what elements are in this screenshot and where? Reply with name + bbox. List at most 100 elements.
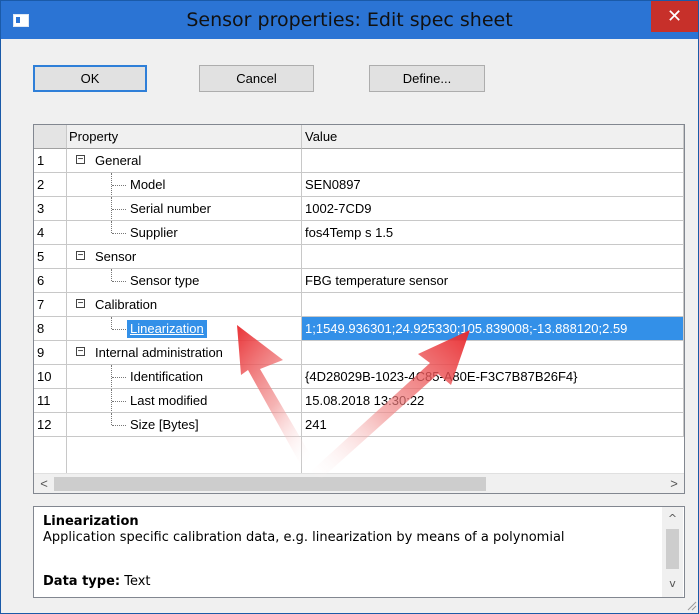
collapse-icon[interactable]: − <box>76 299 85 309</box>
property-label: Identification <box>130 369 203 384</box>
define-button[interactable]: Define... <box>369 65 485 92</box>
tree-branch <box>112 281 126 282</box>
collapse-icon[interactable]: − <box>76 251 85 261</box>
property-label: Linearization <box>127 320 207 338</box>
property-label: Serial number <box>130 201 211 216</box>
description-vertical-scrollbar[interactable]: ^ v <box>662 507 683 597</box>
property-cell[interactable]: Linearization <box>67 317 302 341</box>
horizontal-scrollbar[interactable]: < > <box>34 473 684 493</box>
description-text: Application specific calibration data, e… <box>43 530 565 545</box>
dialog-window: Sensor properties: Edit spec sheet ✕ OK … <box>0 0 699 614</box>
tree-branch <box>112 233 126 234</box>
header-property[interactable]: Property <box>67 125 302 149</box>
row-number: 3 <box>34 197 67 221</box>
row-number: 10 <box>34 365 67 389</box>
value-cell[interactable] <box>302 245 684 269</box>
horizontal-scroll-thumb[interactable] <box>54 477 486 491</box>
table-row[interactable]: 9− Internal administration <box>34 341 684 365</box>
header-corner <box>34 125 67 149</box>
scroll-left-icon[interactable]: < <box>36 476 52 492</box>
group-cell[interactable]: − Sensor <box>67 245 302 269</box>
column-divider <box>301 437 302 473</box>
row-number: 8 <box>34 317 67 341</box>
ok-button[interactable]: OK <box>33 65 147 92</box>
value-cell[interactable]: 15.08.2018 13:30:22 <box>302 389 684 413</box>
table-row[interactable]: 5− Sensor <box>34 245 684 269</box>
scroll-right-icon[interactable]: > <box>666 476 682 492</box>
value-cell[interactable] <box>302 149 684 173</box>
tree-branch <box>112 377 126 378</box>
value-cell[interactable]: 1002-7CD9 <box>302 197 684 221</box>
property-label: Size [Bytes] <box>130 417 199 432</box>
table-row[interactable]: 6 Sensor type FBG temperature sensor <box>34 269 684 293</box>
group-cell[interactable]: − Internal administration <box>67 341 302 365</box>
value-cell[interactable]: 241 <box>302 413 684 437</box>
group-label: General <box>95 153 142 168</box>
property-cell[interactable]: Supplier <box>67 221 302 245</box>
title-bar[interactable]: Sensor properties: Edit spec sheet ✕ <box>1 1 698 39</box>
value-cell[interactable] <box>302 341 684 365</box>
table-row[interactable]: 2 Model SEN0897 <box>34 173 684 197</box>
table-row[interactable]: 11 Last modified 15.08.2018 13:30:22 <box>34 389 684 413</box>
tree-connector <box>111 317 112 329</box>
tree-branch <box>112 209 126 210</box>
row-number: 1 <box>34 149 67 173</box>
property-grid[interactable]: Property Value 1− General 2 Model SEN0897 3 Se… <box>33 124 685 494</box>
tree-connector <box>111 413 112 425</box>
tree-connector <box>111 221 112 233</box>
value-cell[interactable] <box>302 293 684 317</box>
resize-grip-icon[interactable] <box>685 599 697 611</box>
table-row[interactable]: 3 Serial number 1002-7CD9 <box>34 197 684 221</box>
scroll-up-icon[interactable]: ^ <box>665 512 680 525</box>
value-cell[interactable]: 1;1549.936301;24.925330;105.839008;-13.8… <box>302 317 684 341</box>
data-type-label: Data type: <box>43 574 121 589</box>
row-number: 12 <box>34 413 67 437</box>
scroll-down-icon[interactable]: v <box>665 577 680 590</box>
data-type-value: Text <box>124 574 151 589</box>
collapse-icon[interactable]: − <box>76 347 85 357</box>
row-number: 2 <box>34 173 67 197</box>
property-cell[interactable]: Serial number <box>67 197 302 221</box>
group-label: Calibration <box>95 297 158 312</box>
tree-branch <box>112 401 126 402</box>
row-number: 11 <box>34 389 67 413</box>
property-label: Model <box>130 177 166 192</box>
value-cell[interactable]: FBG temperature sensor <box>302 269 684 293</box>
close-icon: ✕ <box>666 6 683 26</box>
table-row[interactable]: 1− General <box>34 149 684 173</box>
table-row[interactable]: 12 Size [Bytes] 241 <box>34 413 684 437</box>
property-cell[interactable]: Sensor type <box>67 269 302 293</box>
property-cell[interactable]: Size [Bytes] <box>67 413 302 437</box>
value-cell[interactable]: {4D28029B-1023-4C85-A80E-F3C7B87B26F4} <box>302 365 684 389</box>
value-cell[interactable]: fos4Temp s 1.5 <box>302 221 684 245</box>
header-value[interactable]: Value <box>302 125 684 149</box>
grid-empty-area <box>34 437 684 473</box>
row-number: 7 <box>34 293 67 317</box>
collapse-icon[interactable]: − <box>76 155 85 165</box>
group-cell[interactable]: − Calibration <box>67 293 302 317</box>
close-button[interactable]: ✕ <box>651 1 698 32</box>
group-label: Internal administration <box>95 345 223 360</box>
window-title: Sensor properties: Edit spec sheet <box>186 9 513 31</box>
group-cell[interactable]: − General <box>67 149 302 173</box>
property-label: Last modified <box>130 393 208 408</box>
table-row[interactable]: 10 Identification {4D28029B-1023-4C85-A80E… <box>34 365 684 389</box>
property-cell[interactable]: Model <box>67 173 302 197</box>
table-row[interactable]: 7− Calibration <box>34 293 684 317</box>
table-row[interactable]: 4 Supplier fos4Temp s 1.5 <box>34 221 684 245</box>
description-panel: Linearization Application specific calib… <box>33 506 685 598</box>
row-number: 9 <box>34 341 67 365</box>
column-divider <box>66 437 67 473</box>
value-cell[interactable]: SEN0897 <box>302 173 684 197</box>
row-number: 4 <box>34 221 67 245</box>
vertical-scroll-thumb[interactable] <box>666 529 679 569</box>
property-cell[interactable]: Identification <box>67 365 302 389</box>
tree-branch <box>112 329 126 330</box>
row-number: 6 <box>34 269 67 293</box>
property-cell[interactable]: Last modified <box>67 389 302 413</box>
description-title: Linearization <box>43 514 139 529</box>
group-label: Sensor <box>95 249 137 264</box>
cancel-button[interactable]: Cancel <box>199 65 314 92</box>
table-row[interactable]: 8 Linearization 1;1549.936301;24.925330;10… <box>34 317 684 341</box>
tree-connector <box>111 269 112 281</box>
